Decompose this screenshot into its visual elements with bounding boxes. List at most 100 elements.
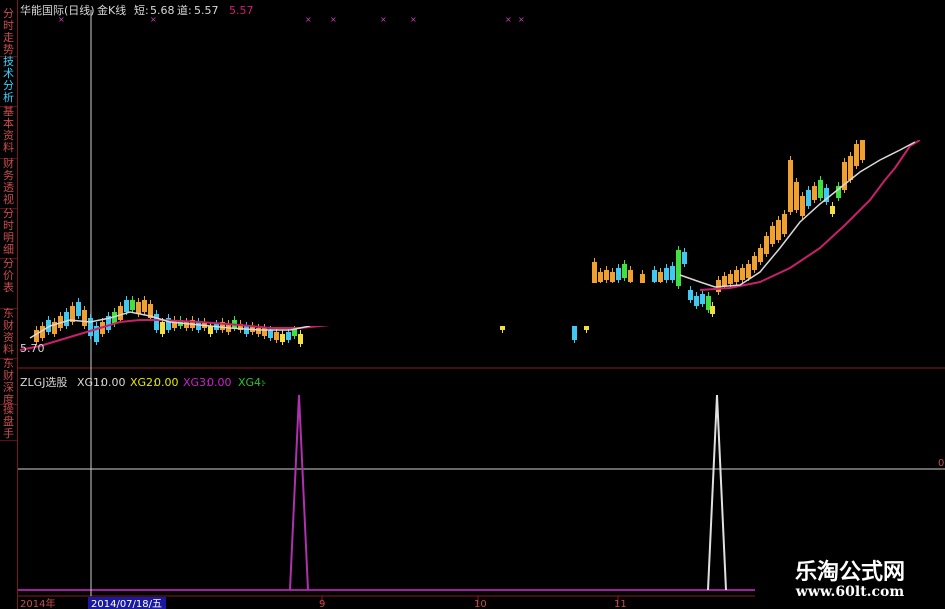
candle-body [682, 252, 687, 264]
watermark-title: 乐淘公式网 [794, 559, 905, 585]
marker: × [505, 15, 512, 24]
price-axis-label: 5.70 [20, 342, 45, 355]
candle-body [262, 328, 267, 336]
candle-body [688, 290, 693, 300]
candle-body [652, 270, 657, 282]
candle-body [64, 312, 69, 326]
time-label-year: 2014年 [20, 597, 55, 609]
candle-body [700, 294, 705, 304]
candle-body [830, 206, 835, 214]
candle-body [746, 264, 751, 278]
tab-5[interactable]: 分价表 [0, 258, 17, 309]
candle-body [728, 274, 733, 284]
tab-3[interactable]: 财务透视 [0, 158, 17, 209]
candle-body [670, 266, 675, 280]
time-label-nov: 11 [614, 599, 627, 609]
tab-2[interactable]: 基本资料 [0, 106, 17, 159]
candle-body [782, 214, 787, 234]
lower-item-value: 0.00 [207, 376, 232, 389]
time-label-cursor-date: 2014/07/18/五 [91, 599, 162, 609]
indicator-name: 金K线 [97, 3, 126, 17]
candle-body [160, 322, 165, 334]
ma-white-line-right [679, 141, 916, 288]
time-ticks [90, 596, 619, 604]
candle-body [154, 314, 159, 330]
overlay-block-middle [270, 283, 675, 326]
candle-body [76, 302, 81, 316]
marker: × [330, 15, 337, 24]
time-label-oct: 10 [474, 599, 487, 609]
candle-body [848, 156, 853, 180]
candle-body [764, 236, 769, 254]
candle-body [130, 300, 135, 310]
candle-body [800, 196, 805, 216]
candle-body [196, 322, 201, 330]
lower-item-label: XG2: [130, 376, 157, 389]
candle-body [694, 296, 699, 306]
tab-6[interactable]: 东财资料 [0, 308, 17, 359]
candle-body [274, 332, 279, 340]
candle-body [244, 326, 249, 334]
candle-body [770, 226, 775, 244]
candle-body [124, 300, 129, 312]
lower-item-value: 0.00 [101, 376, 126, 389]
candle-body [710, 306, 715, 314]
candle-body [604, 270, 609, 280]
candle-body [812, 186, 817, 200]
candle-body [628, 270, 633, 282]
marker: × [410, 15, 417, 24]
candle-body [722, 276, 727, 286]
candle-body [208, 326, 213, 334]
candle-body [142, 300, 147, 312]
stock-title: 华能国际(日线) [20, 3, 95, 17]
candle-body [268, 330, 273, 338]
tab-8[interactable]: 操盘手 [0, 404, 17, 441]
candle-body [854, 144, 859, 166]
watermark: 乐淘公式网 www.60lt.com [755, 548, 945, 609]
candle-body [776, 220, 781, 240]
candle-body [286, 332, 291, 340]
candle-body [592, 262, 597, 284]
stock-chart-window: × × × × × × × × 华能国际(日线) 金K线 短: 5.68 道: … [0, 0, 945, 609]
marker: × [518, 15, 525, 24]
overlay-block-top-right [533, 0, 945, 140]
candle-body [118, 306, 123, 320]
header-markers: × × × × × × × × [58, 15, 525, 24]
candle-body [676, 250, 681, 286]
watermark-url: www.60lt.com [795, 584, 905, 600]
time-label-sep: 9 [319, 599, 325, 609]
lower-panel-name: ZLGJ选股 [20, 376, 67, 389]
marker: × [380, 15, 387, 24]
candle-body [788, 160, 793, 212]
tab-4[interactable]: 分时明细 [0, 208, 17, 259]
candle-body [794, 182, 799, 210]
short-value: 5.68 [150, 4, 175, 17]
candle-body [280, 334, 285, 342]
candle-body [860, 140, 865, 160]
channel-value: 5.57 [194, 4, 219, 17]
lower-item-label: XG4: [238, 376, 265, 389]
candle-body [88, 318, 93, 336]
marker: × [305, 15, 312, 24]
candle-body [752, 256, 757, 270]
lower-item-value: 0.00 [154, 376, 179, 389]
tab-7[interactable]: 东财深度 [0, 358, 17, 406]
candle-body [818, 180, 823, 198]
other-value: 5.57 [229, 4, 254, 17]
tab-0[interactable]: 分时走势 [0, 8, 17, 57]
candle-body [622, 264, 627, 278]
candle-body [610, 272, 615, 282]
lower-panel-values: XG1:0.00 XG2:0.00 XG3:0.00 XG4:- [77, 376, 266, 389]
candle-body [616, 268, 621, 280]
candle-body [136, 302, 141, 314]
candle-body [758, 248, 763, 262]
ma-magenta-line-right [699, 139, 921, 291]
lower-item-label: XG1: [77, 376, 104, 389]
candle-body [298, 334, 303, 344]
tab-1[interactable]: 技术分析 [0, 56, 17, 107]
candle-body [82, 310, 87, 326]
candle-body [658, 272, 663, 282]
candle-body [572, 326, 577, 340]
right-edge-label: 0 [938, 458, 944, 469]
channel-label: 道: [177, 3, 192, 17]
